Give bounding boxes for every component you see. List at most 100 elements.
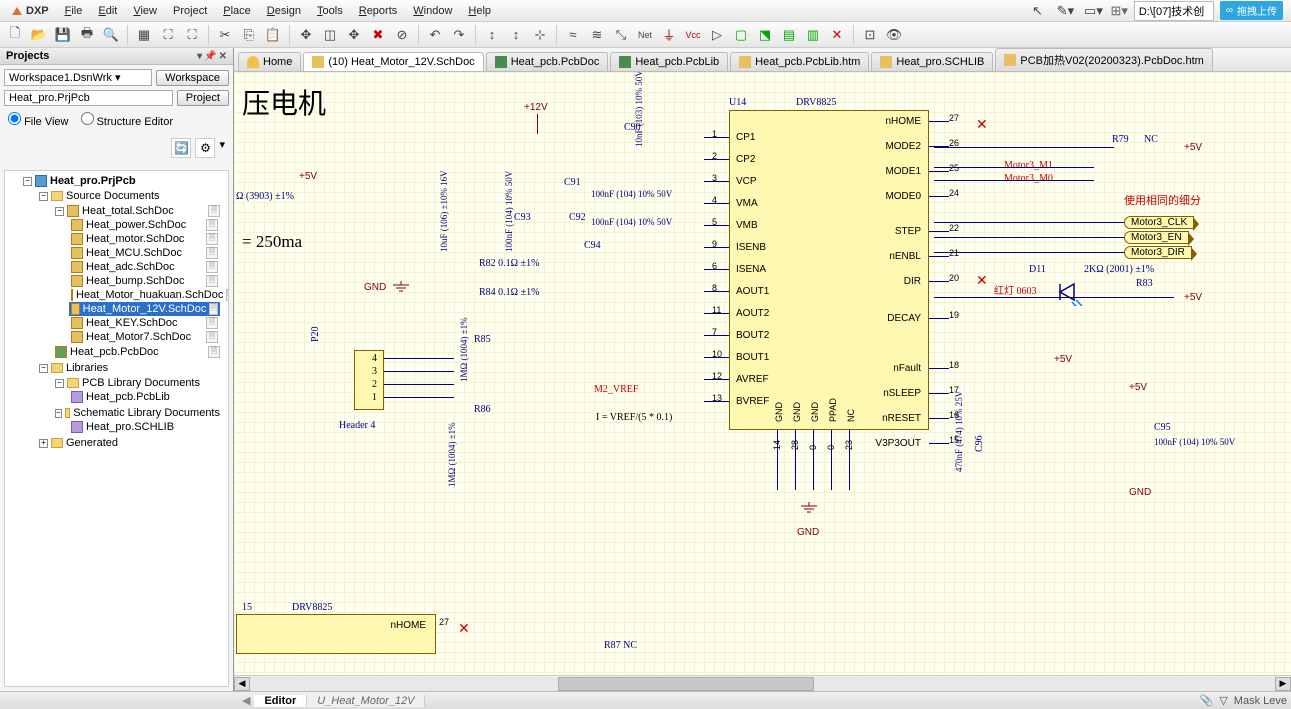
save-icon[interactable]: 💾 bbox=[52, 24, 74, 46]
place-noerc-icon[interactable]: ✕ bbox=[826, 24, 848, 46]
tree-file[interactable]: Heat_MCU.SchDoc🗎 bbox=[69, 246, 220, 260]
place-device-icon[interactable]: ▥ bbox=[802, 24, 824, 46]
place-harness-icon[interactable]: ▤ bbox=[778, 24, 800, 46]
project-button[interactable]: Project bbox=[177, 90, 229, 106]
tree-file[interactable]: Heat_Motor_huakuan.SchDoc🗎 bbox=[69, 288, 220, 302]
expand-icon[interactable]: − bbox=[55, 409, 62, 418]
doc-tab[interactable]: PCB加热V02(20200323).PcbDoc.htm bbox=[995, 48, 1212, 71]
project-tree[interactable]: −Heat_pro.PrjPcb −Source Documents −Heat… bbox=[4, 170, 229, 687]
copy-icon[interactable]: ⎘ bbox=[238, 24, 260, 46]
expand-icon[interactable]: − bbox=[39, 364, 48, 373]
tree-pcb[interactable]: Heat_pcb.PcbDoc bbox=[70, 346, 159, 358]
footer-editor-tab[interactable]: Editor bbox=[254, 695, 307, 707]
tree-root[interactable]: Heat_pro.PrjPcb bbox=[50, 175, 136, 187]
menu-file[interactable]: File bbox=[57, 5, 91, 17]
paste-icon[interactable]: 📋 bbox=[262, 24, 284, 46]
move-icon[interactable]: ✥ bbox=[343, 24, 365, 46]
hierarchy-up-icon[interactable]: ↕ bbox=[481, 24, 503, 46]
expand-icon[interactable]: + bbox=[39, 439, 48, 448]
place-wire-icon[interactable]: ≈ bbox=[562, 24, 584, 46]
cloud-upload-badge[interactable]: ∞ 拖拽上传 bbox=[1220, 1, 1283, 20]
zoom-area-icon[interactable]: ⛶ bbox=[181, 24, 203, 46]
expand-icon[interactable]: − bbox=[39, 192, 48, 201]
open-icon[interactable]: 📂 bbox=[28, 24, 50, 46]
doc-tab[interactable]: (10) Heat_Motor_12V.SchDoc bbox=[303, 52, 483, 72]
tree-libraries[interactable]: Libraries bbox=[66, 362, 108, 374]
tree-file[interactable]: Heat_Motor7.SchDoc🗎 bbox=[69, 330, 220, 344]
radio-structure-editor[interactable]: Structure Editor bbox=[81, 112, 173, 128]
place-part-icon[interactable]: ▷ bbox=[706, 24, 728, 46]
tree-file[interactable]: Heat_power.SchDoc🗎 bbox=[69, 218, 220, 232]
doc-tab[interactable]: Heat_pcb.PcbLib bbox=[610, 52, 728, 71]
refresh-icon[interactable]: 🔄 bbox=[171, 138, 191, 158]
clear-icon[interactable]: ⊘ bbox=[391, 24, 413, 46]
tree-generated[interactable]: Generated bbox=[66, 437, 118, 449]
place-sheet-icon[interactable]: ▢ bbox=[730, 24, 752, 46]
menu-help[interactable]: Help bbox=[460, 5, 499, 17]
doc-tab[interactable]: Heat_pcb.PcbLib.htm bbox=[730, 52, 869, 71]
doc-tab[interactable]: Home bbox=[238, 52, 301, 71]
menu-window[interactable]: Window bbox=[405, 5, 460, 17]
tree-file[interactable]: Heat_bump.SchDoc🗎 bbox=[69, 274, 220, 288]
doc-tab[interactable]: Heat_pro.SCHLIB bbox=[871, 52, 993, 71]
schematic-canvas[interactable]: 压电机 = 250ma Ω (3903) ±1% +5V +12V GND 4 … bbox=[234, 72, 1291, 675]
hierarchy-down-icon[interactable]: ↕ bbox=[505, 24, 527, 46]
project-field[interactable]: Heat_pro.PrjPcb bbox=[4, 90, 173, 106]
app-logo[interactable]: DXP bbox=[4, 5, 57, 17]
dropdown-icon[interactable]: ▾ bbox=[219, 138, 225, 158]
panel-pin-icon[interactable]: 📌 bbox=[204, 51, 216, 62]
panel-menu-icon[interactable]: ▾ bbox=[197, 51, 202, 62]
tree-sch-lib-docs[interactable]: Schematic Library Documents bbox=[73, 407, 220, 419]
expand-icon[interactable]: − bbox=[23, 177, 32, 186]
place-bus-icon[interactable]: ≋ bbox=[586, 24, 608, 46]
expand-icon[interactable]: − bbox=[55, 207, 64, 216]
cross-probe-icon[interactable]: ⊹ bbox=[529, 24, 551, 46]
place-power-icon[interactable]: ⏚ bbox=[658, 24, 680, 46]
horizontal-scrollbar[interactable]: ◀ ▶ bbox=[234, 675, 1291, 691]
select-icon[interactable]: ▭▾ bbox=[1082, 0, 1104, 22]
select-region-icon[interactable]: ◫ bbox=[319, 24, 341, 46]
footer-clip-icon[interactable]: 📎 bbox=[1200, 694, 1214, 707]
workspace-combo[interactable]: Workspace1.DsnWrk ▾ bbox=[4, 69, 152, 86]
browse-icon[interactable]: 👁 bbox=[883, 24, 905, 46]
tree-file[interactable]: Heat_adc.SchDoc🗎 bbox=[69, 260, 220, 274]
cursor-mode-icon[interactable]: ↖ bbox=[1026, 0, 1048, 22]
print-icon[interactable]: 🖶 bbox=[76, 24, 98, 46]
expand-icon[interactable]: − bbox=[55, 379, 64, 388]
preview-icon[interactable]: 🔍 bbox=[100, 24, 122, 46]
settings-icon[interactable]: ⚙ bbox=[195, 138, 215, 158]
scroll-right-icon[interactable]: ▶ bbox=[1275, 677, 1291, 691]
compile-icon[interactable]: ▦ bbox=[133, 24, 155, 46]
undo-icon[interactable]: ↶ bbox=[424, 24, 446, 46]
place-netlabel-icon[interactable]: Net bbox=[634, 24, 656, 46]
menu-place[interactable]: Place bbox=[215, 5, 259, 17]
menu-project[interactable]: Project bbox=[165, 5, 215, 17]
zoom-fit-icon[interactable]: ⛶ bbox=[157, 24, 179, 46]
tree-file[interactable]: Heat_motor.SchDoc🗎 bbox=[69, 232, 220, 246]
deselect-icon[interactable]: ✖ bbox=[367, 24, 389, 46]
doc-tab[interactable]: Heat_pcb.PcbDoc bbox=[486, 52, 609, 71]
workspace-button[interactable]: Workspace bbox=[156, 70, 229, 86]
new-icon[interactable]: 🗋 bbox=[4, 24, 26, 46]
footer-filter-icon[interactable]: ▽ bbox=[1219, 694, 1227, 707]
cut-icon[interactable]: ✂ bbox=[214, 24, 236, 46]
redo-icon[interactable]: ↷ bbox=[448, 24, 470, 46]
tree-pcb-lib[interactable]: Heat_pcb.PcbLib bbox=[86, 391, 170, 403]
menu-view[interactable]: View bbox=[125, 5, 165, 17]
tree-file[interactable]: Heat_KEY.SchDoc🗎 bbox=[69, 316, 220, 330]
tree-source-docs[interactable]: Source Documents bbox=[66, 190, 160, 202]
tab-prev-icon[interactable]: ◀ bbox=[238, 694, 254, 707]
tree-file[interactable]: Heat_total.SchDoc bbox=[82, 205, 174, 217]
panel-close-icon[interactable]: ✕ bbox=[219, 51, 227, 62]
grid-icon[interactable]: ⊞▾ bbox=[1110, 3, 1127, 19]
menu-edit[interactable]: Edit bbox=[90, 5, 125, 17]
tree-pcb-lib-docs[interactable]: PCB Library Documents bbox=[82, 377, 200, 389]
annotate-icon[interactable]: ⊡ bbox=[859, 24, 881, 46]
menu-design[interactable]: Design bbox=[259, 5, 309, 17]
tree-sch-lib[interactable]: Heat_pro.SCHLIB bbox=[86, 421, 174, 433]
place-busent-icon[interactable]: ⤡ bbox=[610, 24, 632, 46]
menu-reports[interactable]: Reports bbox=[351, 5, 406, 17]
scroll-left-icon[interactable]: ◀ bbox=[234, 677, 250, 691]
tree-file[interactable]: Heat_Motor_12V.SchDoc🗎 bbox=[69, 302, 220, 316]
menu-tools[interactable]: Tools bbox=[309, 5, 351, 17]
